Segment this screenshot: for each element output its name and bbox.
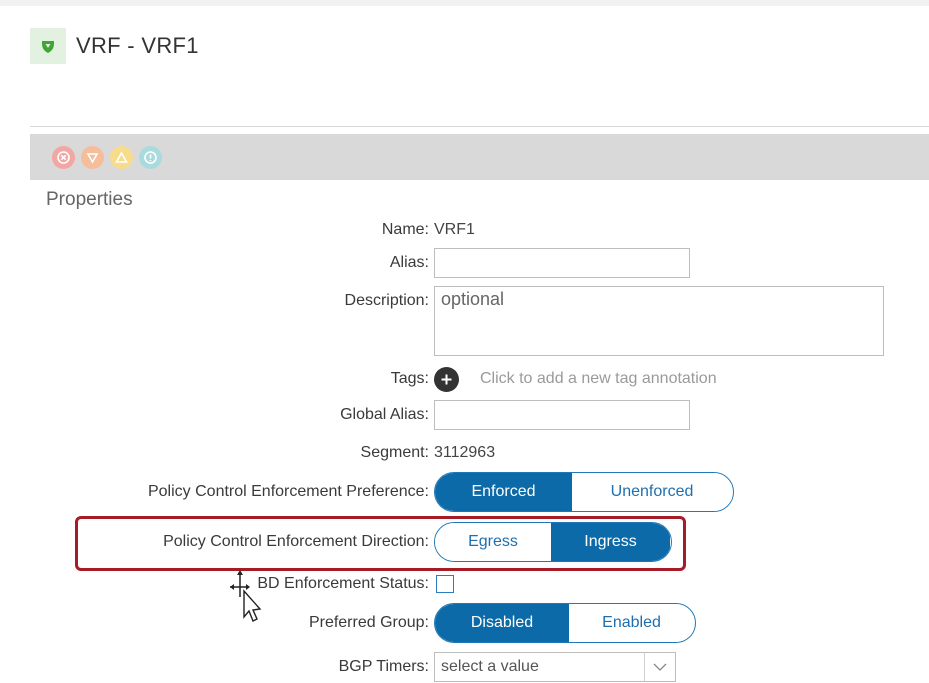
critical-fault-icon[interactable] bbox=[52, 145, 75, 169]
enforcement-preference-toggle: Enforced Unenforced bbox=[434, 472, 734, 512]
name-value: VRF1 bbox=[434, 221, 475, 238]
global-alias-row: Global Alias: bbox=[0, 400, 929, 430]
alias-label: Alias: bbox=[389, 254, 429, 271]
chevron-down-icon[interactable] bbox=[644, 653, 675, 681]
mouse-cursor-icon bbox=[228, 567, 268, 632]
section-title: Properties bbox=[46, 189, 133, 210]
preferred-group-label: Preferred Group: bbox=[308, 614, 429, 631]
warning-fault-icon[interactable] bbox=[139, 145, 162, 169]
description-row: Description: optional bbox=[0, 286, 929, 356]
bd-enforcement-row: BD Enforcement Status: bbox=[0, 569, 929, 599]
preferred-group-row: Preferred Group: Disabled Enabled bbox=[0, 603, 929, 643]
bgp-timers-select[interactable]: select a value bbox=[434, 652, 676, 682]
enabled-option[interactable]: Enabled bbox=[569, 604, 694, 642]
bd-enforcement-checkbox[interactable] bbox=[436, 575, 454, 593]
alias-row: Alias: bbox=[0, 248, 929, 278]
highlight-box bbox=[75, 516, 686, 571]
major-fault-icon[interactable] bbox=[81, 145, 104, 169]
add-tag-button[interactable] bbox=[434, 367, 459, 392]
enforcement-preference-label: Policy Control Enforcement Preference: bbox=[147, 483, 429, 500]
unenforced-option[interactable]: Unenforced bbox=[572, 473, 732, 511]
top-border bbox=[0, 0, 929, 6]
bgp-timers-placeholder: select a value bbox=[441, 658, 539, 675]
bgp-timers-label: BGP Timers: bbox=[338, 658, 429, 675]
enforcement-preference-row: Policy Control Enforcement Preference: E… bbox=[0, 472, 929, 512]
segment-label: Segment: bbox=[360, 444, 429, 461]
name-label: Name: bbox=[381, 221, 429, 238]
preferred-group-toggle: Disabled Enabled bbox=[434, 603, 696, 643]
header-divider bbox=[30, 126, 929, 127]
fault-summary-bar bbox=[30, 134, 929, 180]
tag-hint[interactable]: Click to add a new tag annotation bbox=[480, 364, 717, 394]
global-alias-label: Global Alias: bbox=[340, 406, 429, 423]
bd-enforcement-label: BD Enforcement Status: bbox=[257, 575, 429, 592]
tags-row: Tags: Click to add a new tag annotation bbox=[0, 364, 929, 394]
minor-fault-icon[interactable] bbox=[110, 145, 133, 169]
alias-input[interactable] bbox=[434, 248, 690, 278]
enforced-option[interactable]: Enforced bbox=[435, 473, 572, 511]
description-label: Description: bbox=[344, 292, 429, 309]
plus-icon bbox=[441, 374, 452, 385]
segment-value: 3112963 bbox=[434, 444, 496, 461]
tags-label: Tags: bbox=[390, 370, 429, 387]
segment-row: Segment: 3112963 bbox=[0, 438, 929, 468]
disabled-option[interactable]: Disabled bbox=[435, 604, 569, 642]
page-title: VRF - VRF1 bbox=[76, 33, 199, 58]
bgp-timers-row: BGP Timers: select a value bbox=[0, 652, 929, 682]
description-textarea[interactable]: optional bbox=[434, 286, 884, 356]
name-row: Name: VRF1 bbox=[0, 215, 929, 245]
global-alias-input[interactable] bbox=[434, 400, 690, 430]
shield-icon bbox=[30, 28, 66, 64]
page-header: VRF - VRF1 bbox=[30, 28, 199, 64]
